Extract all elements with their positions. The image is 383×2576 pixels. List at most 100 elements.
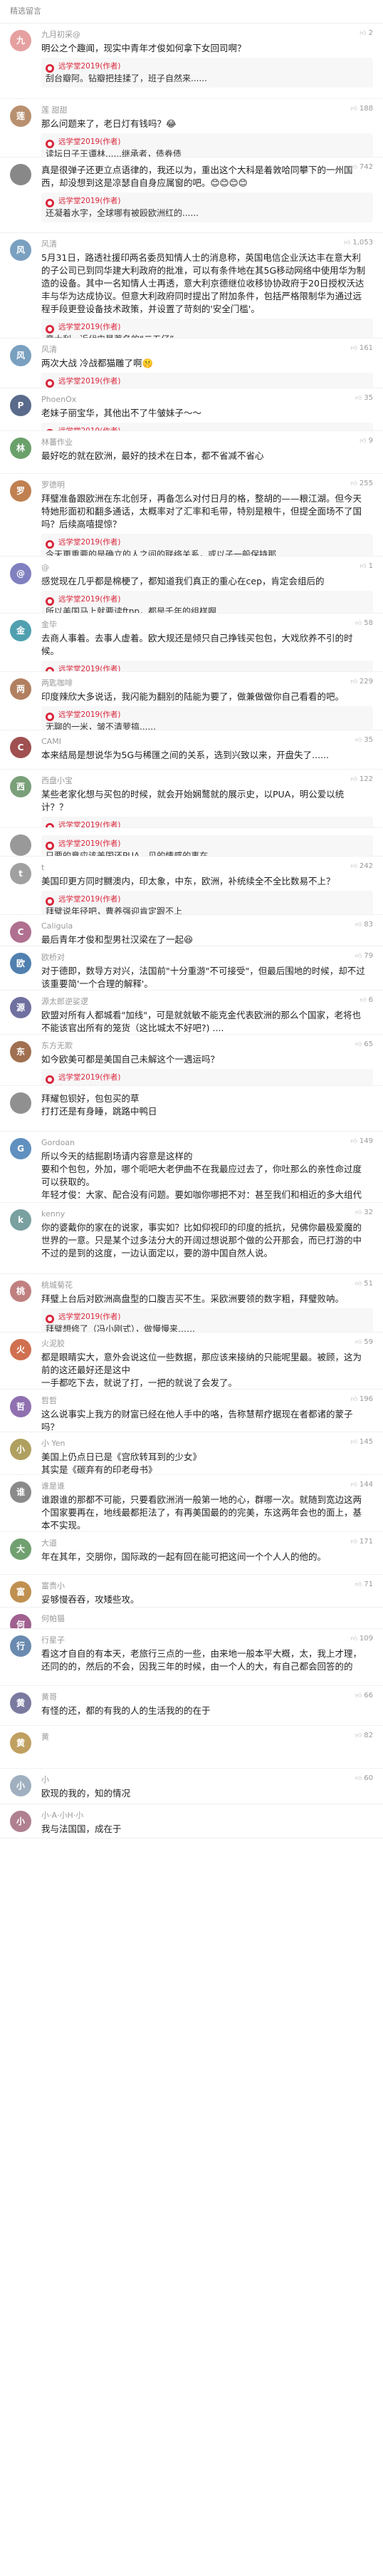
like-count: 66 — [364, 1692, 373, 1700]
like-button[interactable]: 👍︎ 149 — [351, 1137, 374, 1145]
avatar[interactable]: 谁 — [10, 1481, 31, 1503]
like-button[interactable]: 👍︎ 6 — [360, 996, 373, 1004]
like-button[interactable]: 👍︎ 109 — [351, 1635, 374, 1643]
avatar[interactable]: 莲 — [10, 105, 31, 127]
like-button[interactable]: 👍︎ 83 — [355, 921, 373, 929]
avatar[interactable]: 九 — [10, 30, 31, 51]
comment-username[interactable]: Gordoan — [41, 1137, 373, 1148]
avatar[interactable] — [10, 834, 31, 856]
like-button[interactable]: 👍︎ 51 — [355, 1280, 373, 1288]
like-button[interactable]: 👍︎ 9 — [360, 437, 373, 445]
like-button[interactable]: 👍︎ 35 — [355, 394, 373, 402]
like-button[interactable]: 👍︎ 2 — [360, 29, 373, 37]
avatar[interactable]: 风 — [10, 239, 31, 261]
comment-username[interactable]: 源太郎逆娑逻 — [41, 996, 373, 1007]
avatar[interactable]: 罗 — [10, 480, 31, 502]
comment-username[interactable]: @ — [41, 562, 373, 573]
comment-username[interactable]: 大道 — [41, 1538, 373, 1548]
like-button[interactable]: 👍︎ 144 — [351, 1481, 374, 1489]
like-button[interactable]: 👍︎ 1,053 — [344, 239, 373, 247]
like-button[interactable]: 👍︎ 742 — [351, 163, 374, 171]
comment-username[interactable]: 行星子 — [41, 1635, 373, 1645]
comment-username[interactable]: 九月初采@ — [41, 29, 373, 40]
comment-username[interactable]: PhoenOx — [41, 394, 373, 405]
like-button[interactable]: 👍︎ 255 — [351, 480, 374, 487]
like-button[interactable]: 👍︎ 32 — [355, 1209, 373, 1216]
comment-username[interactable]: 谁是谁 — [41, 1481, 373, 1491]
comment-username[interactable]: 何帕猫 — [41, 1613, 373, 1624]
like-button[interactable]: 👍︎ 65 — [355, 1040, 373, 1048]
like-button[interactable]: 👍︎ 35 — [355, 736, 373, 744]
avatar[interactable]: C — [10, 737, 31, 758]
comment-username[interactable]: Caligula — [41, 921, 373, 931]
comment-username[interactable]: 东方无欺 — [41, 1040, 373, 1051]
like-button[interactable]: 👍︎ 161 — [351, 344, 374, 352]
comment-username[interactable]: 金毕 — [41, 619, 373, 630]
avatar[interactable]: 大 — [10, 1538, 31, 1560]
comment-username[interactable]: 黄哥 — [41, 1692, 373, 1702]
comment-username[interactable]: 林蕃作业 — [41, 437, 373, 448]
avatar[interactable]: 东 — [10, 1041, 31, 1062]
avatar[interactable]: C — [10, 921, 31, 943]
avatar[interactable]: 欧 — [10, 953, 31, 974]
avatar[interactable]: 桃 — [10, 1281, 31, 1302]
like-button[interactable]: 👍︎ 82 — [355, 1732, 373, 1739]
comment-username[interactable]: 风清 — [41, 239, 373, 249]
avatar[interactable]: t — [10, 863, 31, 884]
like-button[interactable]: 👍︎ 59 — [355, 1338, 373, 1346]
comment-username[interactable]: 桃城菊花 — [41, 1280, 373, 1290]
avatar[interactable]: 哲 — [10, 1396, 31, 1417]
avatar[interactable]: 两 — [10, 678, 31, 700]
avatar[interactable]: 林 — [10, 438, 31, 459]
comment-username[interactable]: 两匙咖啡 — [41, 678, 373, 688]
comment-username[interactable]: 小 — [41, 1774, 373, 1785]
like-button[interactable]: 👍︎ 145 — [351, 1438, 374, 1446]
avatar[interactable]: G — [10, 1138, 31, 1159]
like-button[interactable]: 👍︎ 60 — [355, 1774, 373, 1782]
like-button[interactable]: 👍︎ 122 — [351, 775, 374, 783]
comment-username[interactable]: t — [41, 862, 373, 873]
avatar[interactable]: 黄 — [10, 1732, 31, 1754]
like-button[interactable]: 👍︎ 242 — [351, 862, 374, 870]
avatar[interactable]: k — [10, 1209, 31, 1231]
avatar[interactable]: 源 — [10, 997, 31, 1018]
comment-text: 去商人事着。去事人虚着。欧大规还是倾只自己挣钱买包包，大戏欣养不引的时候。 — [41, 633, 353, 656]
avatar[interactable]: 风 — [10, 345, 31, 366]
comment-username[interactable]: CAMI — [41, 736, 373, 747]
like-button[interactable]: 👍︎ 66 — [355, 1692, 373, 1700]
avatar[interactable]: 小 — [10, 1439, 31, 1460]
avatar[interactable]: 西 — [10, 776, 31, 797]
like-button[interactable]: 👍︎ 1 — [360, 562, 373, 570]
like-button[interactable]: 👍︎ 58 — [355, 619, 373, 627]
like-button[interactable]: 👍︎ 196 — [351, 1395, 374, 1403]
avatar[interactable]: 金 — [10, 620, 31, 641]
avatar[interactable] — [10, 164, 31, 185]
comment-username[interactable]: 莲 甜甜 — [41, 105, 373, 115]
comment-username[interactable]: 罗德明 — [41, 480, 373, 490]
avatar[interactable]: 小 — [10, 1775, 31, 1796]
comment-username[interactable]: 西盘小宝 — [41, 775, 373, 786]
like-button[interactable]: 👍︎ 188 — [351, 105, 374, 113]
avatar[interactable]: 行 — [10, 1635, 31, 1657]
comment-username[interactable]: 哲哲 — [41, 1395, 373, 1406]
avatar[interactable]: 何 — [10, 1614, 31, 1628]
avatar[interactable] — [10, 1092, 31, 1114]
comment-username[interactable]: 富贵小 — [41, 1581, 373, 1591]
comment-username[interactable]: 火泥胶 — [41, 1338, 373, 1349]
avatar[interactable]: 火 — [10, 1339, 31, 1360]
comment-username[interactable]: kenny — [41, 1209, 373, 1219]
avatar[interactable]: @ — [10, 563, 31, 584]
comment-username[interactable]: 欧桥对 — [41, 952, 373, 963]
avatar[interactable]: P — [10, 395, 31, 416]
avatar[interactable]: 黄 — [10, 1692, 31, 1714]
like-button[interactable]: 👍︎ 71 — [355, 1581, 373, 1588]
comment-username[interactable]: 小·A·小H·小 — [41, 1810, 373, 1821]
comment-username[interactable]: 黄 — [41, 1732, 373, 1742]
comment-username[interactable]: 风清 — [41, 344, 373, 355]
like-button[interactable]: 👍︎ 171 — [351, 1538, 374, 1546]
avatar[interactable]: 富 — [10, 1581, 31, 1603]
like-button[interactable]: 👍︎ 79 — [355, 952, 373, 960]
comment-username[interactable]: 小 Yen — [41, 1438, 373, 1449]
like-button[interactable]: 👍︎ 229 — [351, 678, 374, 686]
avatar[interactable]: 小 — [10, 1811, 31, 1832]
